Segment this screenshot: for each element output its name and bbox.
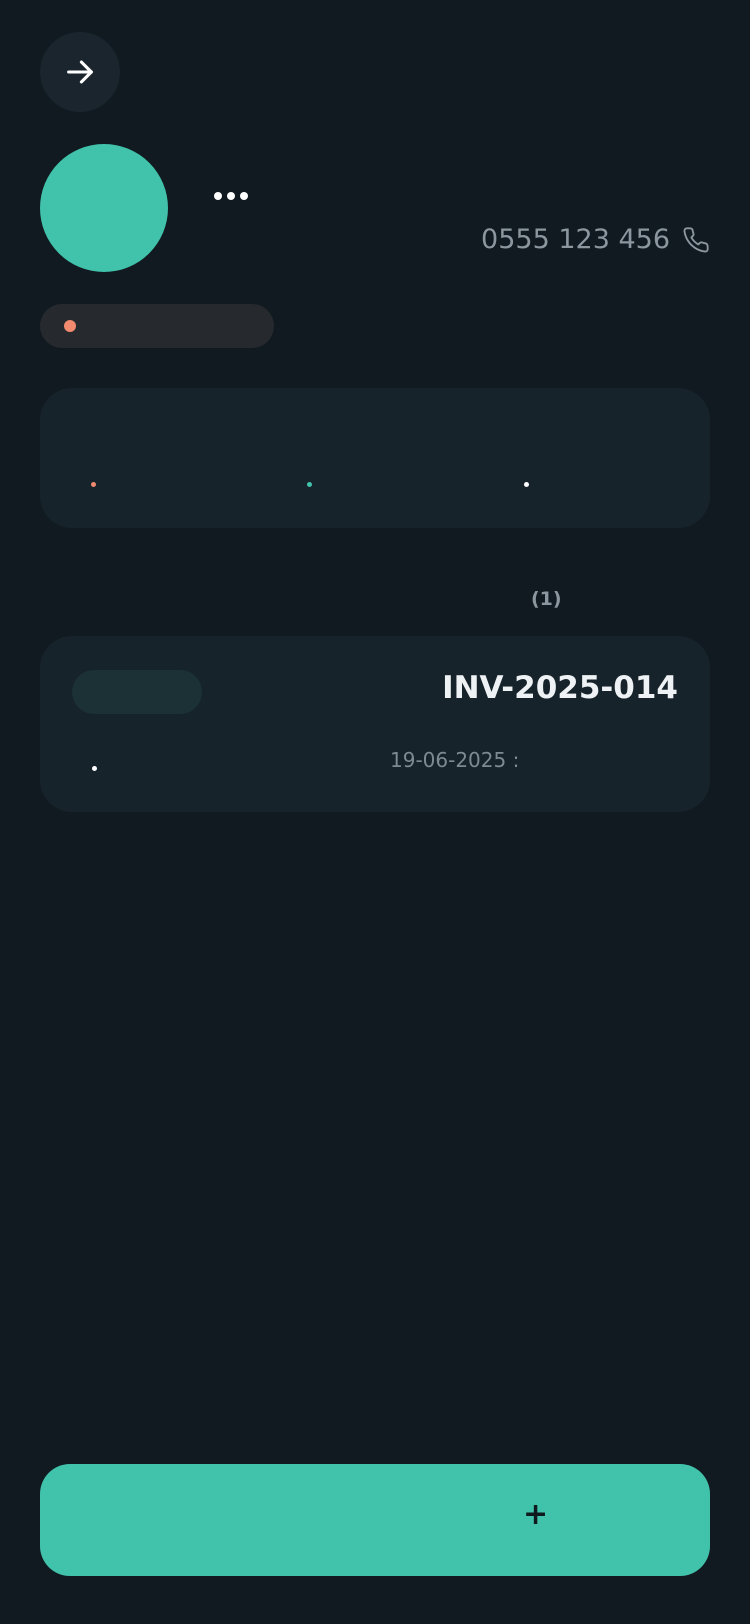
more-dot (214, 192, 222, 200)
invoice-number: INV-2025-014 (442, 670, 678, 706)
status-badge (40, 304, 274, 348)
invoice-date: 19-06-2025 : (390, 748, 520, 772)
add-button-label: + (523, 1497, 549, 1532)
phone-icon (683, 226, 709, 252)
arrow-right-icon (67, 60, 93, 84)
summary-indicator-dot (524, 482, 529, 487)
back-button[interactable] (40, 32, 120, 112)
more-dot (227, 192, 235, 200)
avatar (40, 144, 168, 272)
phone-number: 0555 123 456 (481, 224, 670, 255)
more-options-button[interactable] (212, 190, 250, 202)
invoice-card[interactable]: INV-2025-014 19-06-2025 : (40, 636, 710, 812)
invoice-status-badge (72, 670, 202, 714)
phone-link[interactable]: 0555 123 456 (481, 224, 710, 255)
status-dot (64, 320, 76, 332)
summary-indicator-dot (91, 482, 96, 487)
add-button[interactable]: + (40, 1464, 710, 1576)
more-dot (240, 192, 248, 200)
summary-indicator-dot (307, 482, 312, 487)
invoice-dot (92, 766, 97, 771)
summary-card (40, 388, 710, 528)
invoices-count: (1) (531, 588, 562, 610)
